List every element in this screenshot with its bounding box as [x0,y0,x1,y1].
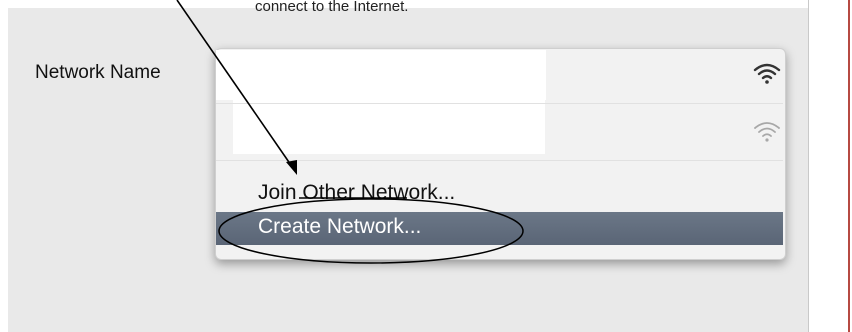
create-network-item[interactable]: Create Network... [216,212,783,245]
menu-item-network-1[interactable] [216,52,783,100]
wifi-strong-icon [753,63,781,84]
menu-item-network-2[interactable] [216,104,783,154]
menu-separator [216,160,783,161]
help-text: connect to the Internet. [255,0,409,15]
network-name-label: Network Name [35,62,161,83]
join-other-network-label: Join Other Network... [258,181,456,204]
right-edge [809,0,852,332]
right-red-line [848,0,850,332]
screenshot-stage: connect to the Internet. Network Name Jo… [0,0,852,332]
join-other-network-item[interactable]: Join Other Network... [216,178,783,210]
wifi-weak-icon [754,122,780,142]
create-network-label: Create Network... [258,215,422,238]
